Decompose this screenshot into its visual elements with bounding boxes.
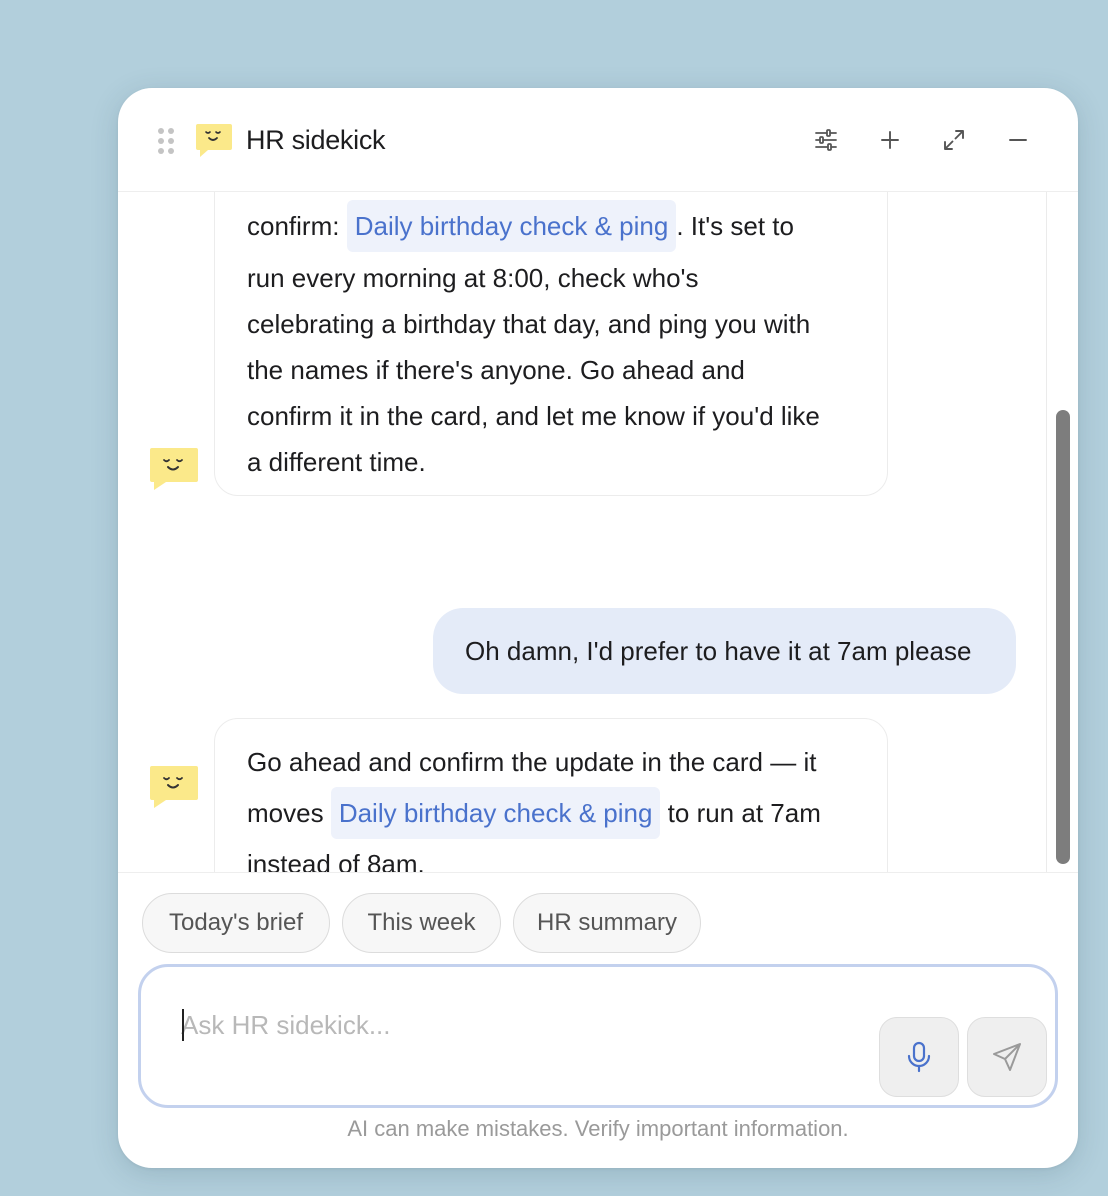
composer bbox=[138, 964, 1058, 1108]
suggestion-todays-brief[interactable]: Today's brief bbox=[142, 893, 330, 953]
chat-input[interactable] bbox=[181, 1003, 861, 1047]
scrollbar-thumb[interactable] bbox=[1056, 410, 1070, 864]
automation-link[interactable]: Daily birthday check & ping bbox=[346, 200, 677, 252]
message-line: a different time. bbox=[247, 447, 426, 477]
sliders-icon bbox=[815, 129, 837, 151]
message-list[interactable]: confirm: Daily birthday check & ping. It… bbox=[118, 192, 1078, 872]
suggestion-this-week[interactable]: This week bbox=[342, 893, 501, 953]
send-icon bbox=[993, 1043, 1021, 1071]
message-line: moves Daily birthday check & ping to run… bbox=[247, 787, 855, 839]
suggestion-hr-summary[interactable]: HR summary bbox=[513, 893, 701, 953]
app-title: HR sidekick bbox=[246, 125, 386, 155]
message-line: run every morning at 8:00, check who's bbox=[247, 263, 699, 293]
settings-button[interactable] bbox=[806, 120, 846, 160]
assistant-message: confirm: Daily birthday check & ping. It… bbox=[214, 192, 888, 496]
suggestion-chips: Today's brief This week HR summary bbox=[118, 872, 1078, 958]
message-line: confirm it in the card, and let me know … bbox=[247, 401, 820, 431]
disclaimer: AI can make mistakes. Verify important i… bbox=[347, 1116, 849, 1141]
sidekick-logo-icon bbox=[196, 124, 232, 157]
minimize-button[interactable] bbox=[998, 120, 1038, 160]
expand-icon bbox=[944, 130, 964, 150]
message-line: confirm: Daily birthday check & ping. It… bbox=[247, 197, 855, 255]
chat-header: HR sidekick bbox=[118, 88, 1078, 192]
user-message: Oh damn, I'd prefer to have it at 7am pl… bbox=[433, 608, 1016, 694]
message-line: the names if there's anyone. Go ahead an… bbox=[247, 355, 745, 385]
text-caret bbox=[182, 1009, 184, 1041]
new-chat-button[interactable] bbox=[870, 120, 910, 160]
send-button[interactable] bbox=[967, 1017, 1047, 1097]
expand-button[interactable] bbox=[934, 120, 974, 160]
minus-icon bbox=[1009, 139, 1027, 141]
drag-handle-icon[interactable] bbox=[158, 128, 174, 154]
voice-input-button[interactable] bbox=[879, 1017, 959, 1097]
assistant-avatar-icon bbox=[150, 766, 198, 808]
assistant-message: Go ahead and confirm the update in the c… bbox=[214, 718, 888, 872]
assistant-avatar-icon bbox=[150, 448, 198, 490]
message-line: celebrating a birthday that day, and pin… bbox=[247, 309, 811, 339]
automation-link[interactable]: Daily birthday check & ping bbox=[330, 787, 661, 839]
plus-icon bbox=[881, 131, 899, 149]
chat-panel: HR sidekick confirm: Daily birthday chec… bbox=[118, 88, 1078, 1168]
message-line: instead of 8am. bbox=[247, 849, 425, 872]
message-line: Go ahead and confirm the update in the c… bbox=[247, 747, 817, 777]
microphone-icon bbox=[907, 1041, 931, 1073]
